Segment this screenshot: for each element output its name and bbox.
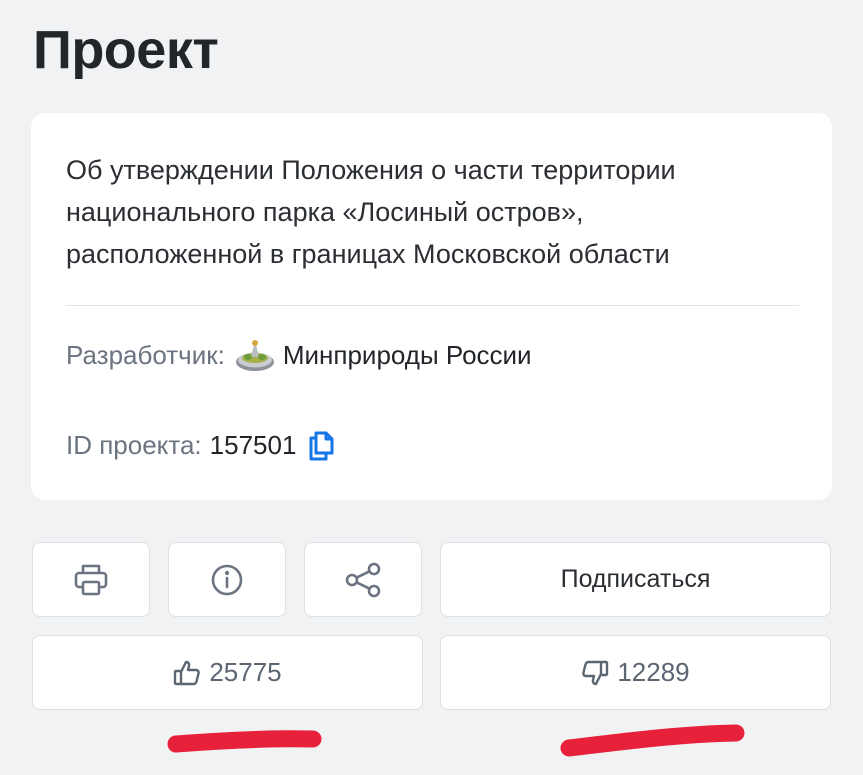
red-marker-annotations: [167, 724, 745, 757]
red-marker-under-likes: [167, 730, 322, 753]
project-page: Проект Об утверждении Положения о части …: [0, 0, 863, 775]
red-marker-under-dislikes: [560, 724, 745, 757]
